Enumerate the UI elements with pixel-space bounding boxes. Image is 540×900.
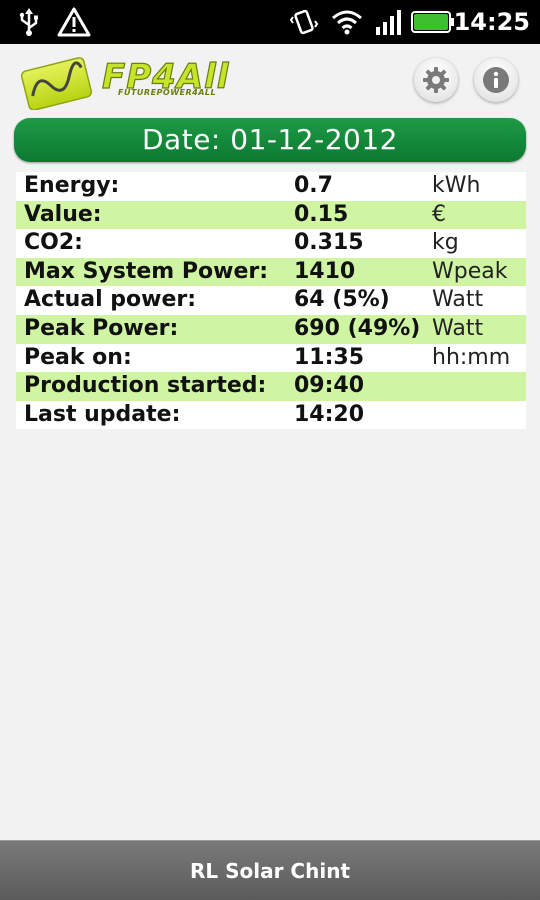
row-value: 0.15: [294, 201, 349, 227]
status-time: 14:25: [453, 8, 530, 36]
table-row: Peak Power: 690 (49%) Watt: [16, 314, 526, 344]
info-icon: [481, 65, 511, 95]
wifi-icon: [328, 0, 366, 44]
info-button[interactable]: [474, 58, 518, 102]
row-unit: hh:mm: [432, 344, 511, 370]
bottom-title-bar: RL Solar Chint: [0, 840, 540, 900]
app-header: FP4All FUTUREPOWER4ALL: [0, 44, 540, 116]
row-label: Actual power:: [24, 287, 197, 313]
warning-icon: [54, 0, 94, 44]
battery-icon: [410, 0, 456, 44]
row-label: Peak Power:: [24, 315, 179, 341]
row-value: 1410: [294, 258, 356, 284]
row-label: Value:: [24, 201, 102, 227]
table-row: Energy: 0.7 kWh: [16, 172, 526, 201]
row-label: CO2:: [24, 230, 83, 256]
table-row: Last update: 14:20: [16, 400, 526, 430]
row-unit: Wpeak: [432, 258, 508, 284]
table-row: Production started: 09:40: [16, 372, 526, 401]
row-label: Energy:: [24, 173, 120, 198]
row-unit: Watt: [432, 315, 484, 341]
row-value: 0.315: [294, 230, 364, 256]
table-row: Peak on: 11:35 hh:mm: [16, 343, 526, 373]
row-unit: €: [432, 201, 446, 227]
row-unit: Watt: [432, 287, 484, 313]
row-value: 0.7: [294, 173, 333, 198]
signal-icon: [372, 0, 406, 44]
row-value: 11:35: [294, 344, 365, 370]
row-value: 64 (5%): [294, 287, 390, 313]
row-value: 09:40: [294, 373, 365, 399]
row-unit: kg: [432, 230, 459, 256]
row-label: Max System Power:: [24, 258, 269, 284]
row-value: 14:20: [294, 401, 365, 427]
row-label: Last update:: [24, 401, 181, 427]
vibrate-icon: [286, 0, 322, 44]
row-label: Production started:: [24, 373, 267, 399]
row-value: 690 (49%): [294, 315, 421, 341]
table-row: CO2: 0.315 kg: [16, 229, 526, 258]
logo-subtitle: FUTUREPOWER4ALL: [118, 88, 217, 97]
table-row: Max System Power: 1410 Wpeak: [16, 257, 526, 287]
row-label: Peak on:: [24, 344, 132, 370]
table-row: Value: 0.15 €: [16, 200, 526, 230]
gear-icon: [421, 65, 451, 95]
row-unit: kWh: [432, 173, 481, 198]
production-table: Energy: 0.7 kWh Value: 0.15 € CO2: 0.315 kg Max S…: [16, 172, 526, 430]
date-banner: Date: 01-12-2012: [14, 118, 526, 162]
settings-button[interactable]: [414, 58, 458, 102]
status-bar: 14:25: [0, 0, 540, 44]
usb-icon: [12, 0, 46, 44]
table-row: Actual power: 64 (5%) Watt: [16, 286, 526, 315]
app-logo: FP4All: [18, 54, 258, 111]
footer-title: RL Solar Chint: [190, 859, 350, 883]
